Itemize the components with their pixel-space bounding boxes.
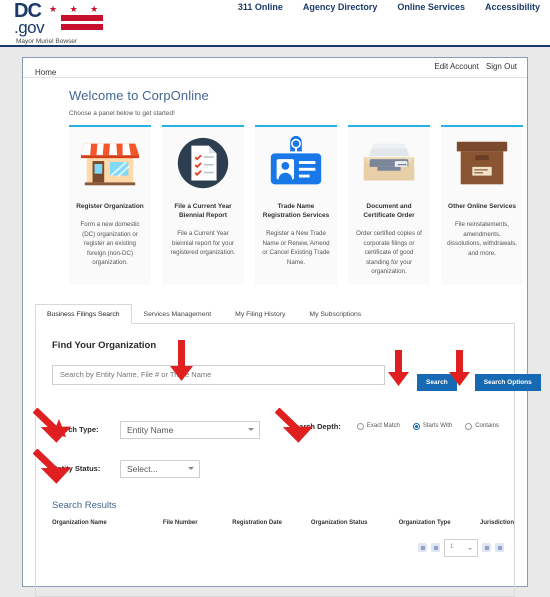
tab-bar: Business Filings Search Services Managem… <box>35 303 515 324</box>
top-navigation: 311 Online Agency Directory Online Servi… <box>238 2 540 12</box>
entity-status-value: Select... <box>127 463 158 474</box>
business-filings-search-panel: Find Your Organization Search Search Opt… <box>35 323 541 597</box>
archive-box-icon <box>456 141 508 185</box>
radio-label: Contains <box>475 423 499 429</box>
results-table-header: Organization Name File Number Registrati… <box>52 520 514 526</box>
logo-flag-bars-icon <box>61 15 103 33</box>
panel-card-description: Form a new domestic (DC) organization or… <box>80 221 140 266</box>
find-organization-heading: Find Your Organization <box>52 339 157 351</box>
breadcrumb-home-link[interactable]: Home <box>35 68 56 77</box>
radio-starts-with[interactable]: Starts With <box>412 422 453 430</box>
column-header-registration-date[interactable]: Registration Date <box>232 520 311 526</box>
search-results-heading: Search Results <box>52 499 117 511</box>
radio-exact-match[interactable]: Exact Match <box>356 422 400 430</box>
chevron-down-icon <box>468 547 472 550</box>
logo-gov-text: .gov <box>14 18 45 37</box>
panel-card-title: Other Online Services <box>448 203 516 210</box>
storefront-icon <box>80 143 140 186</box>
page-number-select[interactable]: 1 <box>444 538 478 557</box>
tab-my-subscriptions[interactable]: My Subscriptions <box>297 304 373 324</box>
topnav-item-accessibility[interactable]: Accessibility <box>485 2 540 12</box>
entity-status-row: Entity Status: Select... <box>52 459 200 478</box>
radio-button-selected-icon[interactable] <box>412 422 420 430</box>
column-header-organization-status[interactable]: Organization Status <box>311 520 399 526</box>
panel-card-title: Register Organization <box>76 203 144 210</box>
tab-business-filings-search[interactable]: Business Filings Search <box>35 303 132 324</box>
tab-my-filing-history[interactable]: My Filing History <box>223 304 297 324</box>
column-header-organization-type[interactable]: Organization Type <box>399 520 480 526</box>
panel-card-description: Register a New Trade Name or Renew, Amen… <box>262 230 330 266</box>
logo-stars-icon: ★ ★ ★ <box>49 4 104 14</box>
next-page-button[interactable] <box>482 543 491 552</box>
panel-card-description: File reinstatements, amendments, dissolu… <box>447 221 517 257</box>
welcome-section: Welcome to CorpOnline Choose a panel bel… <box>23 78 527 285</box>
search-depth-label: Search Depth: <box>290 421 341 431</box>
panel-card-title: Trade Name Registration Services <box>262 203 330 219</box>
search-buttons: Search Search Options <box>417 373 541 391</box>
panel-card-document-order[interactable]: Document and Certificate Order Order cer… <box>348 125 430 285</box>
file-tray-icon <box>363 143 415 181</box>
topnav-item-online-services[interactable]: Online Services <box>397 2 465 12</box>
panel-card-biennial-report[interactable]: File a Current Year Biennial Report File… <box>162 125 244 285</box>
search-type-row: Search Type: Entity Name <box>52 420 260 439</box>
dc-gov-logo[interactable]: DC .gov ★ ★ ★ Mayor Muriel Bowser <box>14 1 194 45</box>
panel-card-description: File a Current Year biennial report for … <box>170 230 236 256</box>
topnav-item-311-online[interactable]: 311 Online <box>238 2 283 12</box>
search-type-value: Entity Name <box>127 424 174 435</box>
search-button[interactable]: Search <box>417 373 457 391</box>
topnav-item-agency-directory[interactable]: Agency Directory <box>303 2 378 12</box>
site-header: DC .gov ★ ★ ★ Mayor Muriel Bowser 311 On… <box>0 0 550 47</box>
radio-button-icon[interactable] <box>356 422 364 430</box>
chevron-down-icon <box>188 466 194 470</box>
search-type-label: Search Type: <box>52 425 99 434</box>
radio-button-icon[interactable] <box>465 422 473 430</box>
panel-card-list: Register Organization Form a new domesti… <box>69 125 527 285</box>
chevron-down-icon <box>248 427 254 431</box>
page-number-value: 1 <box>450 543 454 550</box>
column-header-jurisdiction[interactable]: Jurisdiction <box>480 520 514 526</box>
column-header-file-number[interactable]: File Number <box>163 520 232 526</box>
account-links: Edit Account Sign Out <box>434 62 517 71</box>
panel-card-trade-name[interactable]: Trade Name Registration Services Registe… <box>255 125 337 285</box>
radio-contains[interactable]: Contains <box>465 422 499 430</box>
column-header-organization-name[interactable]: Organization Name <box>52 520 163 526</box>
radio-label: Exact Match <box>366 423 400 429</box>
entity-status-label: Entity Status: <box>52 464 101 473</box>
mayor-name: Mayor Muriel Bowser <box>16 38 78 45</box>
panel-card-description: Order certified copies of corporate fili… <box>356 230 422 275</box>
search-input[interactable] <box>52 364 385 385</box>
entity-status-select[interactable]: Select... <box>120 459 200 478</box>
edit-account-link[interactable]: Edit Account <box>434 62 478 71</box>
page-title: Welcome to CorpOnline <box>69 88 209 103</box>
id-badge-icon <box>270 135 322 185</box>
panel-card-title: File a Current Year Biennial Report <box>174 203 232 219</box>
sign-out-link[interactable]: Sign Out <box>486 62 517 71</box>
pagination-controls: 1 <box>418 538 504 557</box>
search-options-button[interactable]: Search Options <box>474 373 541 391</box>
tab-services-management[interactable]: Services Management <box>132 304 224 324</box>
previous-page-button[interactable] <box>431 543 440 552</box>
panel-card-other-services[interactable]: Other Online Services File reinstatement… <box>441 125 523 285</box>
panel-card-title: Document and Certificate Order <box>363 203 415 219</box>
welcome-subtitle: Choose a panel below to get started! <box>69 110 175 117</box>
search-depth-row: Search Depth: Exact Match Starts With Co… <box>290 422 512 431</box>
breadcrumb: Home Edit Account Sign Out <box>23 58 527 78</box>
panel-card-register-organization[interactable]: Register Organization Form a new domesti… <box>69 125 151 285</box>
radio-label: Starts With <box>422 423 453 429</box>
search-type-select[interactable]: Entity Name <box>120 420 260 439</box>
first-page-button[interactable] <box>418 543 427 552</box>
checklist-document-icon <box>177 137 229 189</box>
main-content-panel: Home Edit Account Sign Out Welcome to Co… <box>22 57 541 597</box>
last-page-button[interactable] <box>495 543 504 552</box>
